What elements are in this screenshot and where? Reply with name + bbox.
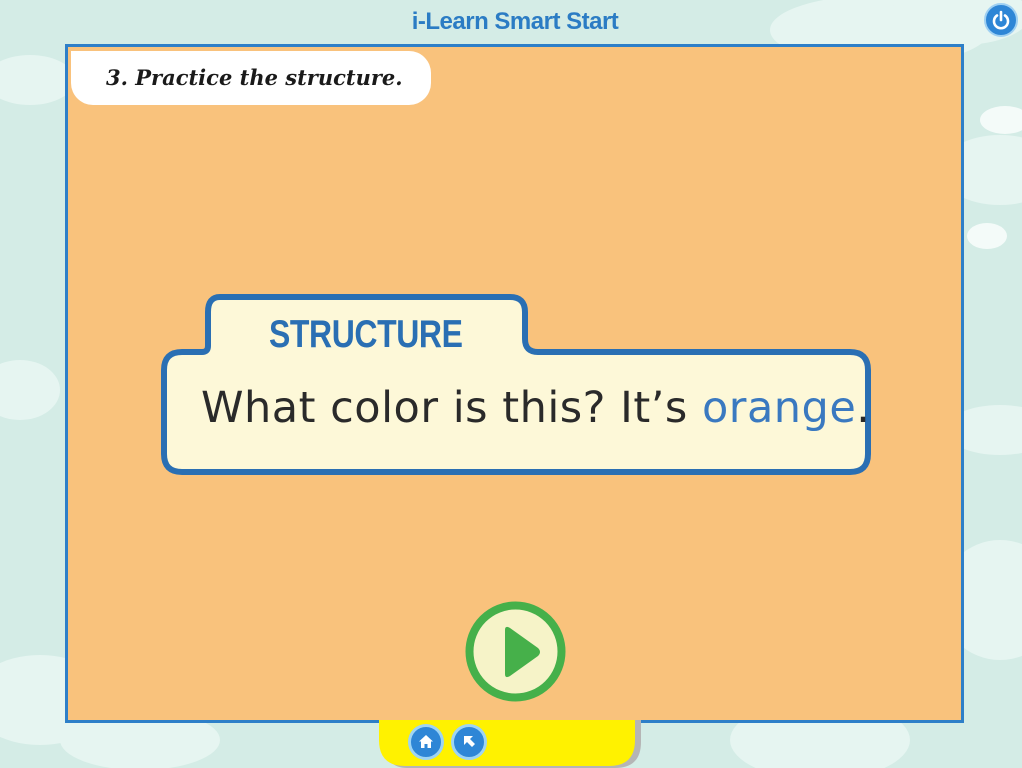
play-icon — [465, 601, 566, 702]
sentence-prefix: What color is this? It’s — [201, 383, 702, 433]
sentence-suffix: . — [856, 383, 871, 433]
power-icon — [992, 10, 1010, 30]
back-button[interactable] — [451, 724, 487, 760]
app-title: i-Learn Smart Start — [411, 8, 619, 35]
instruction-label: 3. Practice the structure. — [71, 51, 431, 105]
power-button[interactable] — [984, 3, 1018, 37]
back-arrow-icon — [464, 736, 475, 747]
activity-stage: 3. Practice the structure. STRUCTURE Wha… — [65, 44, 964, 723]
structure-heading: STRUCTURE — [269, 313, 463, 356]
structure-sentence: What color is this? It’s orange. — [201, 383, 870, 433]
home-icon — [419, 735, 433, 748]
sentence-highlight-word: orange — [701, 383, 857, 433]
play-button[interactable] — [465, 601, 566, 702]
home-button[interactable] — [408, 724, 444, 760]
